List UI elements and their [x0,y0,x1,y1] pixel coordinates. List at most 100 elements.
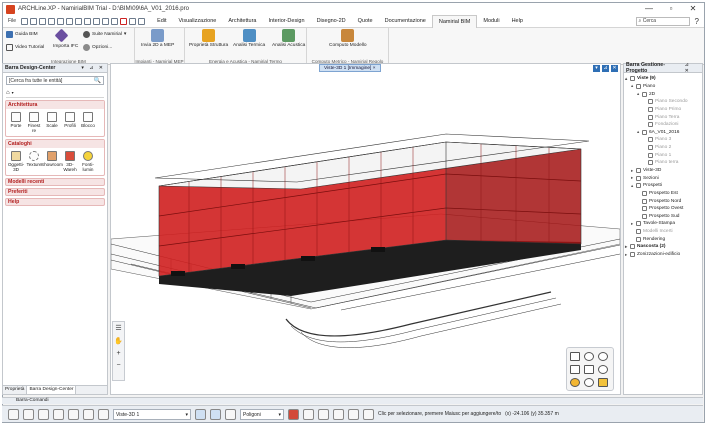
layer-icon[interactable] [98,408,109,420]
select-cursor-icon[interactable] [83,408,94,420]
tool-oggetti-3d[interactable]: Oggetti-3D [8,151,24,172]
maximize-button[interactable]: ▫ [660,3,682,15]
tree-item[interactable]: ▴ 2D [625,90,701,98]
tab-moduli[interactable]: Moduli [477,15,505,28]
suite-namirial-button[interactable]: Suite Namirial ▾ [83,31,126,38]
guida-bim-button[interactable]: Guida BIM [6,31,38,38]
brush-icon[interactable] [111,17,119,25]
paste-icon[interactable] [102,17,110,25]
panel-header-buttons[interactable]: ⊿ ✕ [685,62,700,74]
dimension-icon[interactable] [348,408,359,420]
command-bar[interactable]: Barra-Comandi [2,397,703,404]
text-icon[interactable] [138,17,146,25]
section-preferiti[interactable]: Preferiti [5,188,105,196]
walk-person-icon[interactable] [584,352,594,361]
search-icon[interactable]: 🔍 [94,77,101,84]
tree-item[interactable]: ▸ Nascosta (2) [625,243,701,251]
ribbon-search-input[interactable]: ⌕ Cerca [635,16,690,26]
print-icon[interactable] [57,17,65,25]
tool-showroom[interactable]: Showroom [41,151,63,172]
proprieta-struttura-button[interactable]: Proprietà Struttura [189,29,228,48]
box-view-icon[interactable] [570,365,580,374]
tab-quote[interactable]: Quote [352,15,379,28]
importa-ifc-button[interactable] [54,28,69,43]
tab-disegno-2d[interactable]: Disegno-2D [311,15,352,28]
tool-scale[interactable]: Scale [44,112,60,133]
tree-item[interactable]: Rendering [625,235,701,243]
grid-icon[interactable] [23,408,34,420]
tool-texture[interactable]: Texture [26,151,42,172]
tree-item[interactable]: ▴ Viste (9) [625,75,701,83]
computo-modello-button[interactable]: Computo Modello [329,29,367,48]
camera-icon[interactable] [225,408,236,420]
view-select[interactable]: Viste-3D 1 ▾ [113,408,191,420]
fill-color-icon[interactable] [288,408,299,420]
shape-select[interactable]: Poligoni ▾ [240,408,284,420]
save-icon[interactable] [39,17,47,25]
analisi-termica-button[interactable]: Analisi Termica [233,29,265,48]
section-cataloghi-title[interactable]: Cataloghi [6,140,104,148]
tab-help[interactable]: Help [506,15,529,28]
tree-item[interactable]: Prospetto Sud [625,213,701,221]
invia-2d-mep-button[interactable]: Invia 2D a MEP [141,29,174,48]
snap-frame-icon[interactable] [38,408,49,420]
tree-item[interactable]: Piano Terra [625,113,701,121]
file-menu[interactable]: File [5,18,19,24]
eye-icon[interactable] [584,378,594,387]
close-button[interactable]: ✕ [682,3,704,15]
tree-item[interactable]: Fondazioni [625,121,701,129]
tool-profili[interactable]: Profili [62,112,78,133]
zoom-magnifier-icon[interactable] [598,352,608,361]
panel-header-buttons[interactable]: ▾ ⊿ ✕ [81,65,105,71]
opzioni-button[interactable]: Opzioni... [83,44,112,51]
tree-item[interactable]: Piano 1 [625,151,701,159]
tree-item[interactable]: Piano 2 [625,144,701,152]
move-up-icon[interactable] [195,408,206,420]
home-icon[interactable]: ⌂ [6,90,10,96]
zoom-out-icon[interactable]: − [116,362,120,369]
tree-item[interactable]: ▸ Sezioni [625,174,701,182]
delete-icon[interactable] [120,17,128,25]
open-file-icon[interactable] [30,17,38,25]
settings-gear-icon[interactable] [8,408,19,420]
orbit-cube-icon[interactable] [584,365,594,374]
tree-item[interactable]: ▴ Prospetti [625,182,701,190]
cut-icon[interactable] [84,17,92,25]
design-center-search-input[interactable]: [Cerca fra tutte le entità] 🔍 [6,76,104,85]
tab-architettura[interactable]: Architettura [222,15,262,28]
tool-blocco[interactable]: Blocco [80,112,96,133]
compass-icon[interactable] [598,365,608,374]
tab-documentazione[interactable]: Documentazione [379,15,432,28]
tool-porte[interactable]: Porte [8,112,24,133]
render-icon[interactable] [598,378,608,387]
undo-icon[interactable] [66,17,74,25]
tab-interior-design[interactable]: Interior-Design [262,15,310,28]
tree-item[interactable]: Piano terra [625,159,701,167]
tree-item[interactable]: ▴ Piano [625,83,701,91]
tool-fonti-luminose[interactable]: Fonti-lumin [80,151,96,172]
line-style-icon[interactable] [303,408,314,420]
tree-item[interactable]: Piano Primo [625,106,701,114]
tab-namirial-bim[interactable]: Namirial BIM [431,14,478,28]
sun-icon[interactable] [570,378,580,387]
tree-item[interactable]: Prospetto Nord [625,197,701,205]
tree-item[interactable]: Prospetto Est [625,190,701,198]
tab-visualizzazione[interactable]: Visualizzazione [173,15,223,28]
tab-proprieta[interactable]: Proprietà [3,386,28,394]
measure-icon[interactable] [129,17,137,25]
tree-item[interactable]: ▴ 6A_V01_2016 [625,128,701,136]
tree-item[interactable]: Piano Secondo [625,98,701,106]
view-cube-icon[interactable] [570,352,580,361]
tree-item[interactable]: ▸ Zonizzazioni-edificio [625,251,701,259]
tab-design-center[interactable]: Barra Design-Center [27,386,77,394]
snap-icon[interactable] [363,408,374,420]
zoom-in-icon[interactable]: + [116,350,120,357]
tree-item[interactable]: ▸ Tavole-Stampa [625,220,701,228]
tool-finestre[interactable]: Finest re [26,112,42,133]
layers-menu-icon[interactable]: ☰ [115,324,121,332]
section-modelli-recenti[interactable]: Modelli recenti [5,178,105,186]
save-as-icon[interactable] [48,17,56,25]
tree-item[interactable]: Piano 3 [625,136,701,144]
tab-edit[interactable]: Edit [151,15,172,28]
video-tutorial-button[interactable]: Video Tutorial [6,44,44,51]
